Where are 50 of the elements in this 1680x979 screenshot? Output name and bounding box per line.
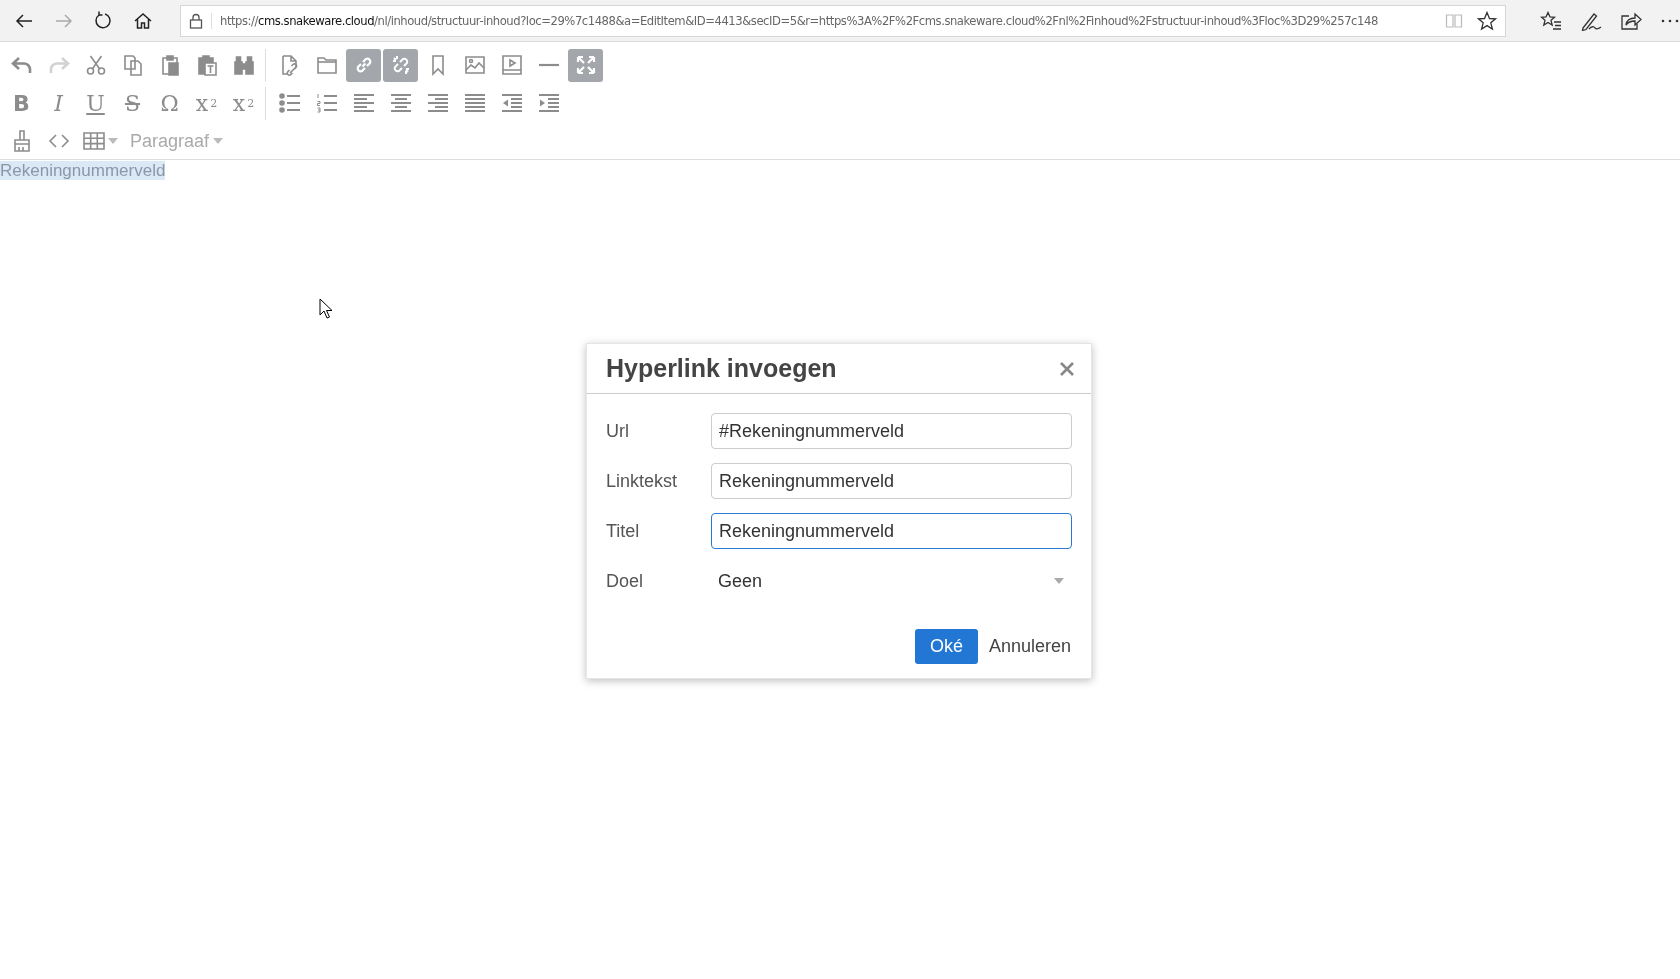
bullet-list-icon bbox=[277, 91, 302, 115]
format-button[interactable]: S bbox=[115, 86, 150, 120]
format-button[interactable]: B bbox=[4, 86, 39, 120]
caret-icon bbox=[108, 138, 118, 144]
format-button[interactable]: Ω bbox=[152, 86, 187, 120]
close-icon[interactable] bbox=[1059, 360, 1075, 377]
toolbar-button[interactable] bbox=[568, 48, 603, 82]
numbered-list-icon bbox=[314, 91, 339, 115]
caret-icon bbox=[213, 138, 224, 144]
play-frame-icon bbox=[499, 53, 524, 77]
text-field[interactable]: Rekeningnummerveld bbox=[711, 463, 1072, 499]
dialog-title: Hyperlink invoegen bbox=[606, 354, 837, 383]
more-icon[interactable] bbox=[1660, 17, 1680, 24]
align-left-icon bbox=[351, 91, 376, 115]
refresh-icon bbox=[93, 10, 114, 31]
format-button[interactable]: x$^{2}$ bbox=[226, 86, 261, 120]
toolbar-button[interactable] bbox=[346, 48, 381, 82]
lock-icon bbox=[189, 12, 212, 29]
field-label: Doel bbox=[606, 570, 645, 592]
mouse-pointer-icon bbox=[319, 298, 333, 319]
outdent-icon bbox=[499, 91, 524, 115]
target-dropdown[interactable]: Geen bbox=[711, 563, 1072, 599]
share-icon[interactable] bbox=[1620, 10, 1642, 31]
toolbar-button[interactable] bbox=[383, 48, 418, 82]
align-center-icon bbox=[388, 91, 413, 115]
horizontal-line-icon bbox=[536, 63, 561, 67]
indent-icon bbox=[536, 91, 561, 115]
align-justify-icon bbox=[462, 91, 487, 115]
format-button[interactable]: I bbox=[41, 86, 76, 120]
favorites-list-icon[interactable] bbox=[1540, 10, 1562, 31]
caret-icon bbox=[1054, 578, 1064, 584]
star-icon[interactable] bbox=[1477, 10, 1497, 31]
address-bar[interactable]: https://cms.snakeware.cloud/nl/inhoud/structuur-inhoud?loc=29%7c1488&a=EditItem&ID=4413&secID=5&r=https%3A%2F%2Fcms.snakeware.cloud%2Fnl%2Finhoud%2Fstructuur-inhoud%3Floc%3D29%257c148 bbox=[180, 4, 1506, 37]
ok-button[interactable]: Oké bbox=[914, 629, 978, 664]
url-text: https://cms.snakeware.cloud/nl/inhoud/structuur-inhoud?loc=29%7c1488&a=EditItem&ID=4413&secID=5&r=https%3A%2F%2Fcms.snakeware.cloud%2Fnl%2Finhoud%2Fstructuur-inhoud%3Floc%3D29%257c148 bbox=[220, 13, 1379, 28]
cancel-button[interactable]: Annuleren bbox=[987, 629, 1072, 664]
align-right-icon bbox=[425, 91, 450, 115]
field-label: Url bbox=[606, 420, 630, 442]
format-dropdown[interactable]: Paragraaf bbox=[124, 124, 230, 158]
field-label: Titel bbox=[606, 520, 641, 542]
text-field[interactable]: Rekeningnummerveld bbox=[711, 513, 1072, 549]
table-icon bbox=[82, 129, 106, 153]
format-button[interactable]: U bbox=[78, 86, 113, 120]
field-label: Linktekst bbox=[606, 470, 679, 492]
image-icon bbox=[462, 53, 487, 77]
home-icon bbox=[133, 10, 154, 31]
binoculars-icon bbox=[231, 53, 256, 77]
text-field[interactable]: #Rekeningnummerveld bbox=[711, 413, 1072, 449]
editor-text: Rekeningnummerveld bbox=[0, 161, 166, 180]
reading-view-icon[interactable] bbox=[1445, 12, 1463, 29]
